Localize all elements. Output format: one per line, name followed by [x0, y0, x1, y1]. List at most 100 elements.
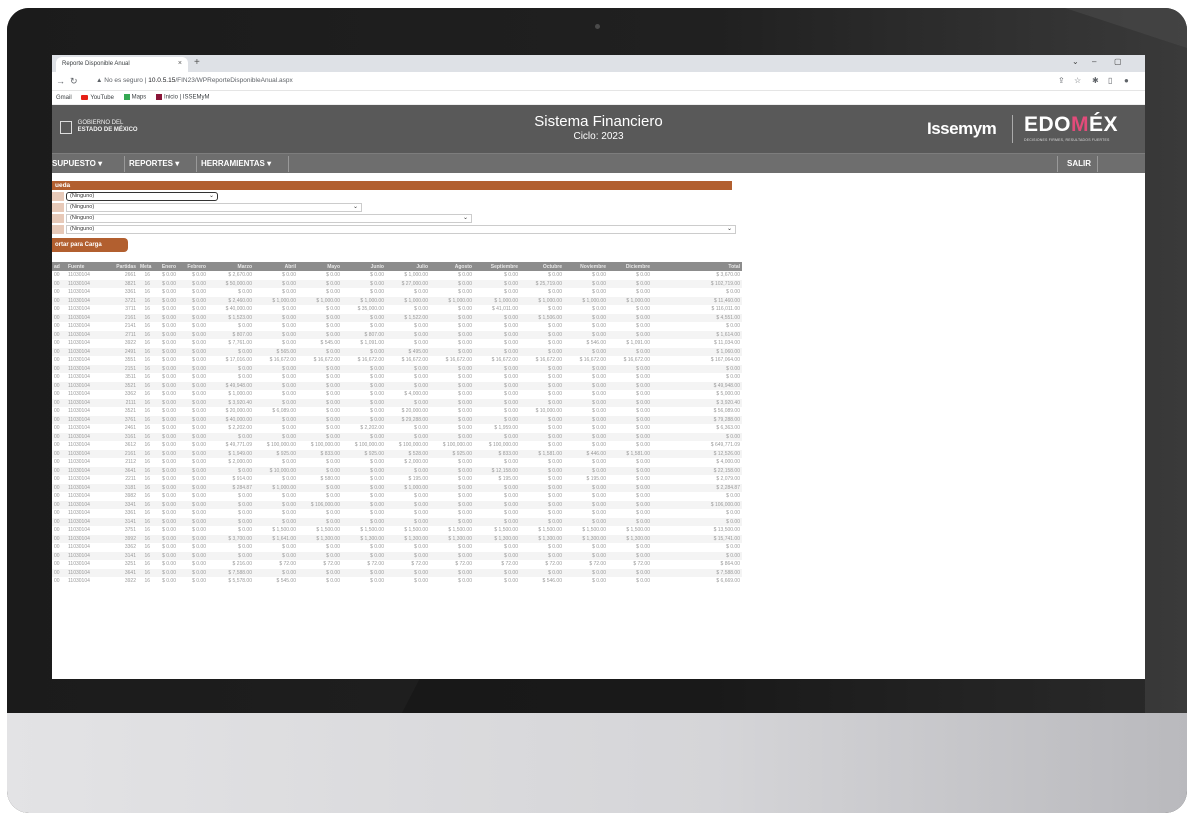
table-cell: 2661 — [124, 272, 136, 279]
forward-icon[interactable]: → — [56, 76, 65, 86]
column-header[interactable]: Julio — [386, 262, 430, 271]
column-header[interactable]: Septiembre — [474, 262, 520, 271]
browser-tab[interactable]: Reporte Disponible Anual × — [56, 57, 188, 72]
table-cell: $ 1,000.00 — [298, 296, 342, 305]
table-cell: $ 0.00 — [520, 398, 564, 407]
export-button[interactable]: ortar para Carga — [52, 238, 128, 252]
table-cell: $ 925.00 — [254, 449, 298, 458]
table-cell: $ 0.00 — [326, 272, 340, 279]
table-cell: $ 0.00 — [636, 476, 650, 483]
table-cell: $ 0.00 — [636, 442, 650, 449]
column-header[interactable]: Noviembre — [564, 262, 608, 271]
share-icon[interactable]: ⇪ — [1058, 76, 1065, 85]
bookmark-youtube[interactable]: YouTube — [81, 94, 114, 101]
bookmark-maps[interactable]: Maps — [123, 94, 146, 101]
table-cell: $ 0.00 — [564, 347, 608, 356]
column-header[interactable]: Diciembre — [608, 262, 652, 271]
menu-presupuesto[interactable]: SUPUESTO ▾ — [52, 159, 102, 168]
table-cell: $ 1,300.00 — [520, 534, 564, 543]
table-cell: 16 — [138, 415, 152, 424]
table-cell: $ 1,500.00 — [360, 527, 384, 534]
filter-select-3[interactable]: (Ninguno) ⌄ — [66, 214, 472, 223]
bookmark-inicio[interactable]: Inicio | ISSEMyM — [155, 94, 210, 101]
table-cell: $ 27,000.00 — [386, 279, 430, 288]
table-row: 00 11030104 3521 16 $ 0.00 $ 0.00 $ 49,948.00 $… — [52, 381, 742, 390]
table-cell: 3521 — [106, 381, 138, 390]
warning-icon: ▲ — [96, 77, 105, 84]
table-row: 00 11030104 3982 16 $ 0.00 $ 0.00 $ 0.00 $ 0.00… — [52, 492, 742, 501]
menu-herramientas[interactable]: HERRAMIENTAS ▾ — [201, 159, 271, 168]
column-header[interactable]: Octubre — [520, 262, 564, 271]
table-cell: 16 — [144, 425, 150, 432]
table-cell: $ 0.00 — [636, 374, 650, 381]
table-cell: 3341 — [106, 500, 138, 509]
table-cell: $ 1,500.00 — [448, 527, 472, 534]
table-cell: $ 528.00 — [386, 449, 430, 458]
table-cell: $ 0.00 — [208, 347, 254, 356]
table-cell: $ 1,000.00 — [386, 296, 430, 305]
new-tab-icon[interactable]: + — [194, 57, 200, 68]
table-cell: $ 0.00 — [282, 493, 296, 500]
url-input[interactable]: ▲ No es seguro | 10.0.5.15/FIN23/WPRepor… — [92, 75, 1042, 88]
table-cell: $ 5,000.00 — [716, 391, 740, 398]
table-cell: $ 0.00 — [474, 398, 520, 407]
table-cell: $ 0.00 — [458, 340, 472, 347]
column-header[interactable]: Junio — [342, 262, 386, 271]
table-cell: $ 0.00 — [726, 493, 740, 500]
column-header[interactable]: Mayo — [298, 262, 342, 271]
table-cell: $ 0.00 — [282, 459, 296, 466]
table-cell: $ 0.00 — [608, 568, 652, 577]
tab-title: Reporte Disponible Anual — [62, 61, 130, 67]
profile-icon[interactable]: ● — [1124, 76, 1129, 85]
column-header[interactable]: Fuente — [66, 262, 106, 271]
bookmark-gmail[interactable]: Gmail — [56, 95, 72, 101]
table-cell: $ 0.00 — [238, 510, 252, 517]
table-row: 00 11030104 2461 16 $ 0.00 $ 0.00 $ 2,202.00 $ … — [52, 424, 742, 433]
table-cell: $ 10,000.00 — [535, 408, 562, 415]
table-cell: $ 79,288.00 — [652, 415, 742, 424]
column-header[interactable]: Meta — [138, 262, 152, 271]
column-header[interactable]: Marzo — [208, 262, 254, 271]
column-header[interactable]: Total — [652, 262, 742, 271]
minimize-icon[interactable]: – — [1092, 57, 1096, 66]
table-cell: $ 0.00 — [504, 289, 518, 296]
table-cell: $ 0.00 — [162, 408, 176, 415]
filter-select-4[interactable]: (Ninguno) ⌄ — [66, 225, 736, 234]
table-cell: $ 0.00 — [520, 432, 564, 441]
table-cell: $ 0.00 — [254, 432, 298, 441]
column-header[interactable]: Enero — [152, 262, 178, 271]
table-cell: $ 0.00 — [254, 313, 298, 322]
chevron-down-icon[interactable]: ⌄ — [1072, 57, 1079, 66]
reload-icon[interactable]: ↻ — [70, 76, 78, 87]
table-cell: $ 0.00 — [636, 425, 650, 432]
column-header[interactable]: Partidas — [106, 262, 138, 271]
table-cell: $ 0.00 — [386, 432, 430, 441]
table-cell: $ 0.00 — [178, 551, 208, 560]
filter-select-2[interactable]: (Ninguno) ⌄ — [66, 203, 362, 212]
table-cell: $ 0.00 — [298, 279, 342, 288]
column-header[interactable]: Abril — [254, 262, 298, 271]
table-cell: 11030104 — [66, 432, 106, 441]
table-cell: $ 0.00 — [458, 306, 472, 313]
extensions-icon[interactable]: ✱ — [1092, 76, 1099, 85]
table-cell: 16 — [144, 323, 150, 330]
table-cell: 11030104 — [68, 561, 90, 568]
table-cell: $ 914.00 — [232, 476, 252, 483]
logout-button[interactable]: SALIR — [1067, 159, 1091, 168]
table-cell: $ 1,300.00 — [342, 534, 386, 543]
table-cell: $ 0.00 — [326, 544, 340, 551]
menu-reportes[interactable]: REPORTES ▾ — [129, 159, 179, 168]
column-header[interactable]: ad — [52, 262, 66, 271]
star-icon[interactable]: ☆ — [1074, 76, 1081, 85]
sidebar-icon[interactable]: ▯ — [1108, 76, 1112, 85]
table-cell: $ 1,581.00 — [608, 449, 652, 458]
table-cell: 16 — [138, 568, 152, 577]
table-cell: $ 0.00 — [636, 323, 650, 330]
filter-select-1[interactable]: (Ninguno) ⌄ — [66, 192, 218, 201]
maximize-icon[interactable]: ▢ — [1114, 57, 1122, 66]
column-header[interactable]: Agosto — [430, 262, 474, 271]
column-header[interactable]: Febrero — [178, 262, 208, 271]
table-cell: $ 0.00 — [504, 408, 518, 415]
tab-close-icon[interactable]: × — [178, 60, 182, 67]
table-cell: $ 0.00 — [298, 415, 342, 424]
